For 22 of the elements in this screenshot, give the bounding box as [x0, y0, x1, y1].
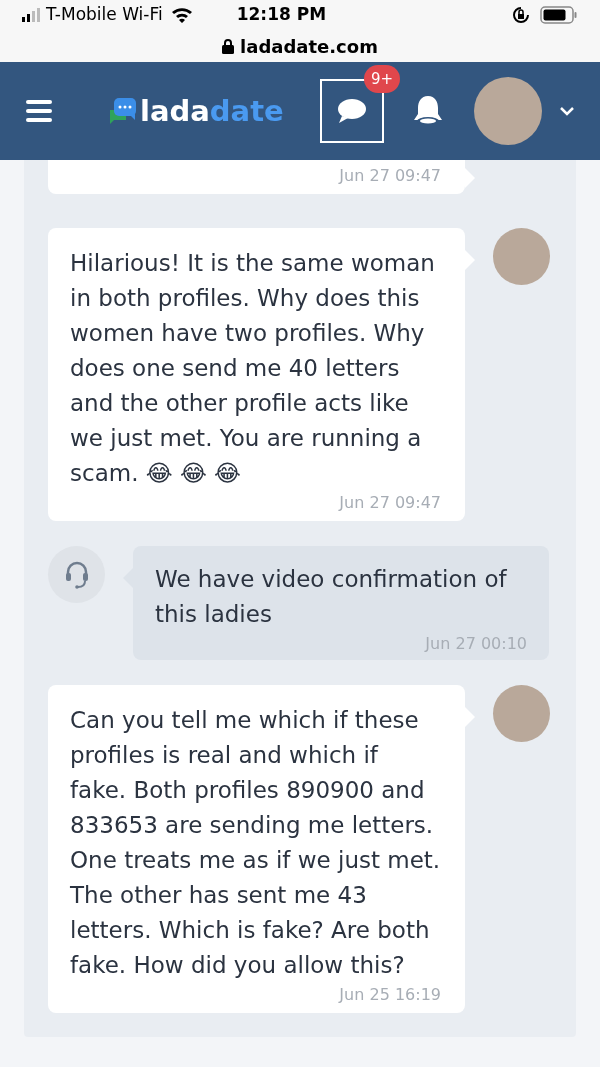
lock-icon — [222, 38, 235, 54]
message-text: We have video confirmation of this ladies — [155, 565, 508, 629]
message-timestamp: Jun 27 09:47 — [339, 165, 441, 187]
user-avatar — [493, 685, 550, 742]
user-avatar — [493, 228, 550, 285]
message-timestamp: Jun 25 16:19 — [339, 984, 441, 1006]
message-text: Can you tell me which if these profiles is real and which if fake. Both profiles 890900 and 833653 are sending me letters. One treats me as if we just met. The other has sent me 43 letters. Which is fake? Are both fake. How did you allow this? — [70, 706, 441, 980]
wifi-icon — [170, 7, 193, 23]
signal-icon — [22, 8, 40, 22]
battery-icon — [540, 6, 578, 24]
logo-text[interactable]: ladadate — [140, 96, 284, 126]
chat-bubbles-icon — [108, 96, 138, 126]
message-text: Hilarious! It is the same woman in both profiles. Why does this women have two profiles. Why does one send me 40 letters and the other profile acts like we just met. You are running a scam. 😂 😂 😂 — [70, 249, 436, 488]
message-timestamp: Jun 27 09:47 — [339, 492, 441, 514]
rotation-lock-icon — [512, 6, 530, 24]
notification-badge: 9+ — [363, 65, 400, 93]
menu-icon[interactable] — [26, 100, 52, 122]
chevron-down-icon[interactable] — [560, 106, 574, 116]
speech-bubble-icon — [337, 98, 367, 124]
status-time: 12:18 PM — [236, 3, 327, 27]
headset-icon — [63, 560, 90, 589]
carrier-name: T-Mobile Wi-Fi — [46, 3, 163, 27]
